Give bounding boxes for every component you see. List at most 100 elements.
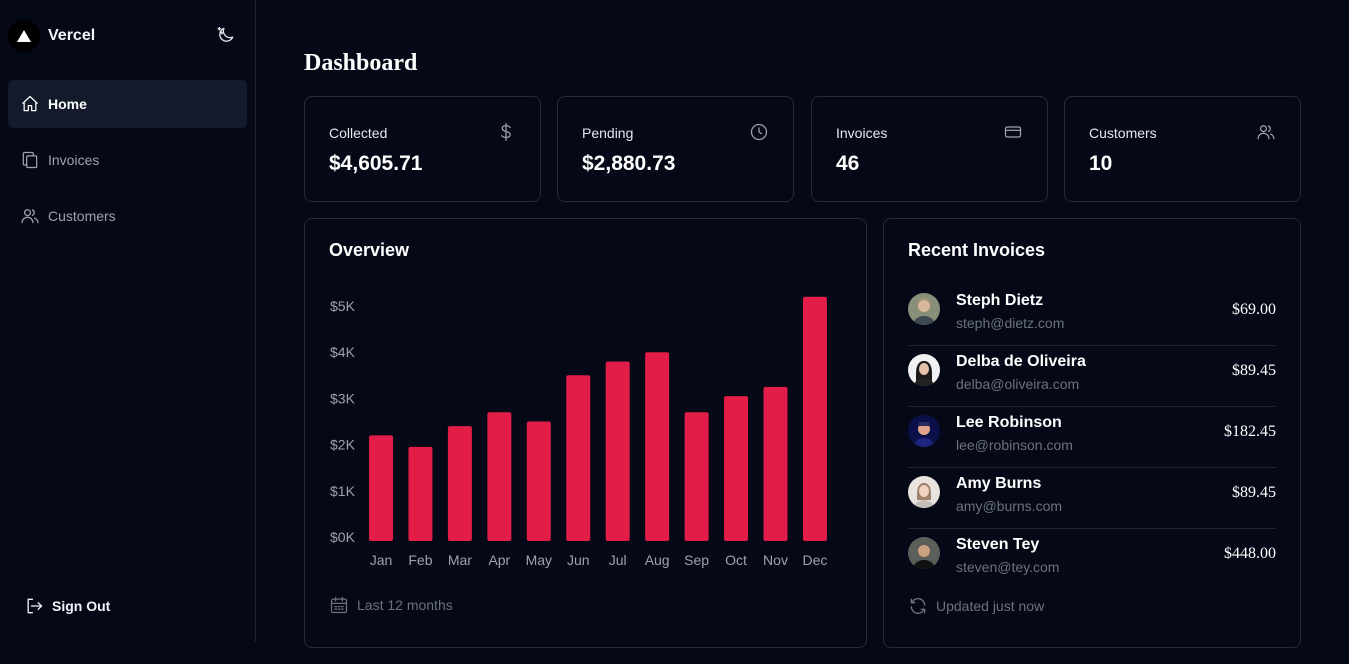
sign-out-icon [27,598,43,614]
chart-bar-apr[interactable] [487,412,512,541]
sidebar-item-label: Home [48,96,87,112]
invoice-customer-email: steven@tey.com [956,559,1060,575]
sidebar: Vercel Home Invoices Customers Sign Out [0,0,256,642]
stat-value: 46 [836,152,860,175]
chart-footer: Last 12 months [329,595,453,615]
stat-label: Collected [329,125,388,141]
y-tick-label: $3K [330,390,356,406]
revenue-bar-chart: $0K $1K $2K $3K $4K $5K Jan Feb Mar Apr May Jun Jul A… [330,296,827,568]
invoice-customer-name: Delba de Oliveira [956,353,1086,370]
x-tick-label: Oct [725,552,747,568]
stat-card-invoices: Invoices 46 [811,96,1048,202]
theme-toggle-icon[interactable] [216,25,236,45]
sidebar-item-label: Invoices [48,152,100,168]
sidebar-nav: Home Invoices Customers [8,80,247,248]
chart-bar-nov[interactable] [763,386,788,541]
chart-footer-label: Last 12 months [357,597,453,613]
refresh-icon[interactable] [908,596,928,616]
users-icon [1257,125,1275,140]
avatar [908,537,940,569]
invoice-customer-email: lee@robinson.com [956,437,1073,453]
y-tick-label: $0K [330,529,356,545]
x-tick-label: May [526,552,552,568]
invoice-amount: $448.00 [1224,545,1276,562]
users-icon [21,209,39,224]
invoice-amount: $69.00 [1232,301,1276,318]
chart-bar-jan[interactable] [369,435,393,541]
avatar [908,415,940,447]
list-item[interactable]: Amy Burns amy@burns.com $89.45 [908,468,1276,529]
x-tick-label: Apr [488,552,510,568]
stat-value: $4,605.71 [329,152,423,175]
sidebar-item-home[interactable]: Home [8,80,247,128]
invoice-amount: $89.45 [1232,362,1276,379]
home-icon [22,95,38,112]
document-duplicate-icon [22,151,38,169]
x-tick-label: Aug [645,552,670,568]
chart-bar-feb[interactable] [408,446,433,541]
chart-bar-dec[interactable] [802,296,827,541]
stat-value: $2,880.73 [582,152,676,175]
x-tick-label: Jan [370,552,393,568]
list-item[interactable]: Steph Dietz steph@dietz.com $69.00 [908,285,1276,346]
chart-bar-may[interactable] [526,421,551,542]
invoice-customer-email: delba@oliveira.com [956,376,1080,392]
dollar-icon [501,123,511,141]
y-tick-label: $5K [330,298,356,314]
stat-label: Pending [582,125,634,141]
invoice-customer-name: Steven Tey [956,536,1040,553]
sidebar-item-label: Customers [48,208,116,224]
sidebar-item-customers[interactable]: Customers [8,192,247,240]
x-tick-label: Jul [609,552,627,568]
sign-out-label: Sign Out [52,598,111,614]
avatar [908,354,940,386]
card-icon [1004,126,1022,138]
stat-label: Customers [1089,125,1157,141]
vercel-logo-icon [8,20,40,52]
calendar-icon [330,596,348,614]
stat-card-customers: Customers 10 [1064,96,1301,202]
invoice-customer-name: Amy Burns [956,475,1042,492]
recent-invoices-footer: Updated just now [908,596,1044,616]
stat-value: 10 [1089,152,1113,175]
invoice-customer-name: Steph Dietz [956,292,1044,309]
sign-out-button[interactable]: Sign Out [24,596,110,616]
recent-invoices-title: Recent Invoices [908,240,1046,260]
recent-invoices-list: Steph Dietz steph@dietz.com $69.00 Delba… [908,285,1276,590]
chart-bar-mar[interactable] [447,426,472,541]
stat-label: Invoices [836,125,888,141]
list-item[interactable]: Delba de Oliveira delba@oliveira.com $89… [908,346,1276,407]
stat-card-pending: Pending $2,880.73 [557,96,794,202]
invoice-customer-email: amy@burns.com [956,498,1063,514]
list-item[interactable]: Lee Robinson lee@robinson.com $182.45 [908,407,1276,468]
x-tick-label: Sep [684,552,709,568]
chart-bar-oct[interactable] [724,396,749,541]
x-tick-label: Dec [802,552,827,568]
invoice-amount: $182.45 [1224,423,1276,440]
invoice-customer-name: Lee Robinson [956,414,1062,431]
avatar [908,293,940,325]
brand[interactable]: Vercel [8,20,95,52]
sidebar-item-invoices[interactable]: Invoices [8,136,247,184]
x-tick-label: Jun [567,552,590,568]
stat-card-collected: Collected $4,605.71 [304,96,541,202]
page-title: Dashboard [304,50,418,76]
y-tick-label: $2K [330,437,356,453]
list-item[interactable]: Steven Tey steven@tey.com $448.00 [908,529,1276,590]
chart-bar-sep[interactable] [684,412,709,541]
recent-invoices-footer-label: Updated just now [936,598,1045,614]
brand-name: Vercel [48,27,96,44]
chart-bar-jul[interactable] [605,361,630,541]
x-tick-label: Feb [408,552,432,568]
chart-bar-aug[interactable] [645,352,670,541]
avatar [908,476,940,508]
y-tick-label: $4K [330,344,356,360]
y-tick-label: $1K [330,483,356,499]
invoice-customer-email: steph@dietz.com [956,315,1065,331]
chart-bar-jun[interactable] [566,375,591,541]
invoice-amount: $89.45 [1232,484,1276,501]
x-tick-label: Nov [763,552,788,568]
overview-card: Overview $0K $1K $2K $3K $4K $5K Jan Feb Mar Apr M… [304,218,867,648]
clock-icon [750,123,768,141]
x-tick-label: Mar [448,552,472,568]
